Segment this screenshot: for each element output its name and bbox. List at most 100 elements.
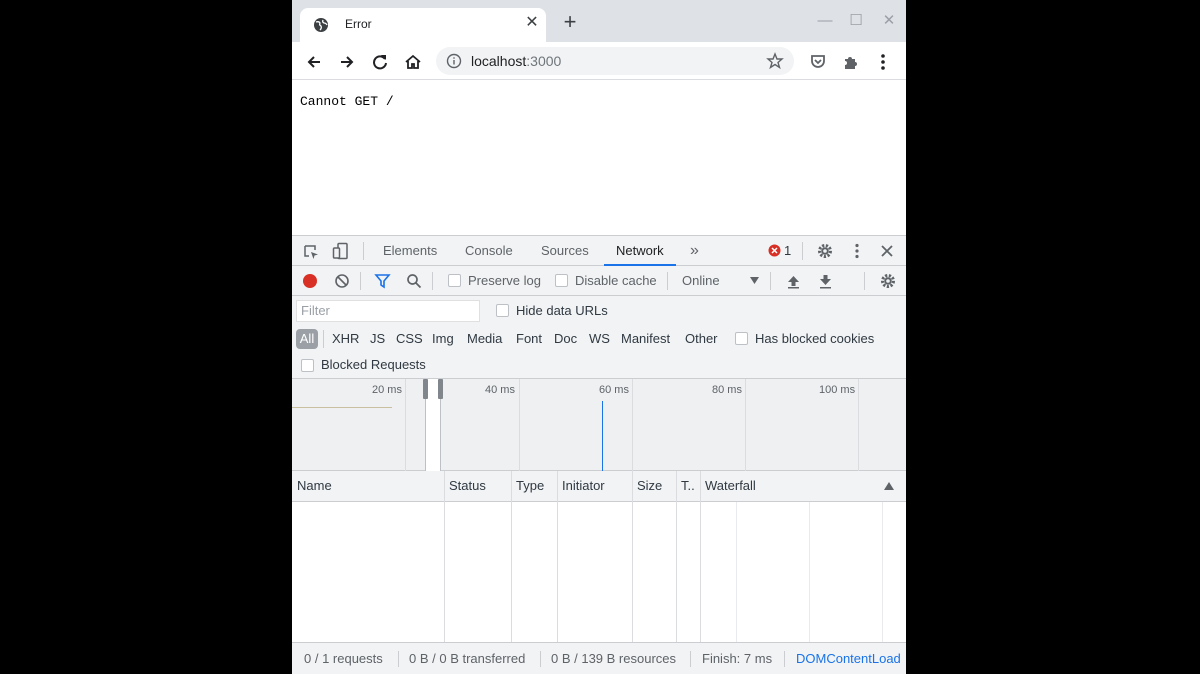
type-filter-xhr[interactable]: XHR	[332, 329, 359, 349]
separator	[784, 651, 785, 667]
tab-sources[interactable]: Sources	[541, 236, 589, 266]
type-filter-media[interactable]: Media	[467, 329, 502, 349]
reload-icon[interactable]	[369, 51, 391, 73]
column-divider	[676, 471, 677, 642]
request-count: 0 / 1 requests	[304, 651, 383, 666]
globe-icon	[314, 18, 328, 32]
column-time[interactable]: T..	[676, 471, 695, 501]
has-blocked-cookies-checkbox[interactable]	[735, 332, 748, 345]
kebab-menu-icon[interactable]	[872, 51, 894, 73]
has-blocked-cookies-label: Has blocked cookies	[755, 331, 875, 346]
error-count: 1	[784, 243, 792, 258]
type-filter-css[interactable]: CSS	[396, 329, 423, 349]
filter-input[interactable]: Filter	[296, 300, 480, 322]
window-close-icon[interactable]: ✕	[880, 12, 898, 30]
type-filter-other[interactable]: Other	[685, 329, 718, 349]
separator	[323, 330, 324, 348]
url-text: localhost:3000	[471, 53, 561, 69]
column-name[interactable]: Name	[292, 471, 332, 501]
close-devtools-icon[interactable]	[879, 243, 895, 259]
network-settings-gear-icon[interactable]	[879, 272, 897, 290]
separator	[398, 651, 399, 667]
address-bar[interactable]: localhost:3000	[436, 47, 794, 75]
throttling-select[interactable]: Online	[682, 273, 720, 288]
type-filter-ws[interactable]: WS	[589, 329, 610, 349]
blocked-requests-checkbox[interactable]	[301, 359, 314, 372]
forward-icon[interactable]	[336, 51, 358, 73]
record-icon[interactable]	[302, 273, 318, 289]
pocket-icon[interactable]	[807, 51, 829, 73]
type-filter-manifest[interactable]: Manifest	[621, 329, 670, 349]
browser-tab[interactable]: Error ✕	[300, 8, 546, 42]
type-filter-all[interactable]: All	[296, 329, 318, 349]
waterfall-grid-line	[882, 502, 883, 642]
resources-size: 0 B / 139 B resources	[551, 651, 677, 666]
tab-elements[interactable]: Elements	[383, 236, 437, 266]
selection-handle-left[interactable]	[423, 379, 428, 399]
new-tab-button[interactable]: +	[560, 11, 580, 33]
type-filter-img[interactable]: Img	[432, 329, 454, 349]
tab-close-icon[interactable]: ✕	[524, 15, 540, 31]
tick-label: 40 ms	[485, 384, 515, 396]
separator	[363, 242, 364, 260]
hide-data-urls-checkbox[interactable]	[496, 304, 509, 317]
separator	[360, 272, 361, 290]
maximize-icon[interactable]: ☐	[847, 12, 865, 30]
settings-gear-icon[interactable]	[816, 242, 834, 260]
more-tabs-icon[interactable]: »	[690, 236, 699, 266]
column-size[interactable]: Size	[632, 471, 662, 501]
selection-handle-right[interactable]	[438, 379, 443, 399]
column-divider	[511, 471, 512, 642]
filter-bar: Filter Hide data URLs All XHR JS CSS Img…	[292, 296, 906, 379]
error-icon[interactable]	[768, 244, 781, 257]
grid-line	[519, 379, 520, 471]
minimize-icon[interactable]: —	[816, 12, 834, 30]
network-toolbar: Preserve log Disable cache Online	[292, 266, 906, 296]
extensions-puzzle-icon[interactable]	[840, 51, 862, 73]
device-toolbar-icon[interactable]	[332, 242, 350, 260]
home-icon[interactable]	[402, 51, 424, 73]
transferred-size: 0 B / 0 B transferred	[409, 651, 526, 666]
info-icon[interactable]	[446, 53, 462, 69]
tab-strip: Error ✕ + — ☐ ✕	[292, 0, 906, 42]
separator	[690, 651, 691, 667]
customize-menu-icon[interactable]	[848, 242, 866, 260]
requests-table-header: Name Status Type Initiator Size T.. Wate…	[292, 471, 906, 502]
tab-network[interactable]: Network	[604, 236, 676, 266]
column-waterfall[interactable]: Waterfall	[700, 471, 756, 501]
waterfall-grid-line	[809, 502, 810, 642]
search-icon[interactable]	[406, 273, 422, 289]
tick-label: 20 ms	[372, 384, 402, 396]
bookmark-star-icon[interactable]	[766, 52, 784, 70]
tab-title: Error	[345, 17, 372, 31]
type-filter-font[interactable]: Font	[516, 329, 542, 349]
preserve-log-checkbox[interactable]	[448, 274, 461, 287]
page-error-text: Cannot GET /	[300, 94, 394, 109]
url-host: localhost	[471, 53, 527, 69]
inspect-element-icon[interactable]	[302, 243, 320, 261]
dom-content-loaded-marker	[602, 401, 603, 471]
dropdown-arrow-icon[interactable]	[750, 277, 759, 284]
grid-line	[745, 379, 746, 471]
disable-cache-label: Disable cache	[575, 273, 657, 288]
column-status[interactable]: Status	[444, 471, 486, 501]
filter-funnel-icon[interactable]	[374, 273, 391, 289]
sort-ascending-icon[interactable]	[884, 482, 894, 490]
separator	[432, 272, 433, 290]
type-filter-doc[interactable]: Doc	[554, 329, 577, 349]
type-filter-js[interactable]: JS	[370, 329, 385, 349]
separator	[864, 272, 865, 290]
hide-data-urls-label: Hide data URLs	[516, 303, 608, 318]
tick-label: 100 ms	[819, 384, 856, 396]
dom-content-loaded-time: DOMContentLoad	[796, 651, 901, 666]
tab-console[interactable]: Console	[465, 236, 513, 266]
column-initiator[interactable]: Initiator	[557, 471, 605, 501]
disable-cache-checkbox[interactable]	[555, 274, 568, 287]
separator	[540, 651, 541, 667]
import-har-icon[interactable]	[786, 273, 801, 289]
tick-label: 80 ms	[712, 384, 742, 396]
clear-icon[interactable]	[334, 273, 350, 289]
column-type[interactable]: Type	[511, 471, 544, 501]
export-har-icon[interactable]	[818, 273, 833, 289]
back-icon[interactable]	[303, 51, 325, 73]
